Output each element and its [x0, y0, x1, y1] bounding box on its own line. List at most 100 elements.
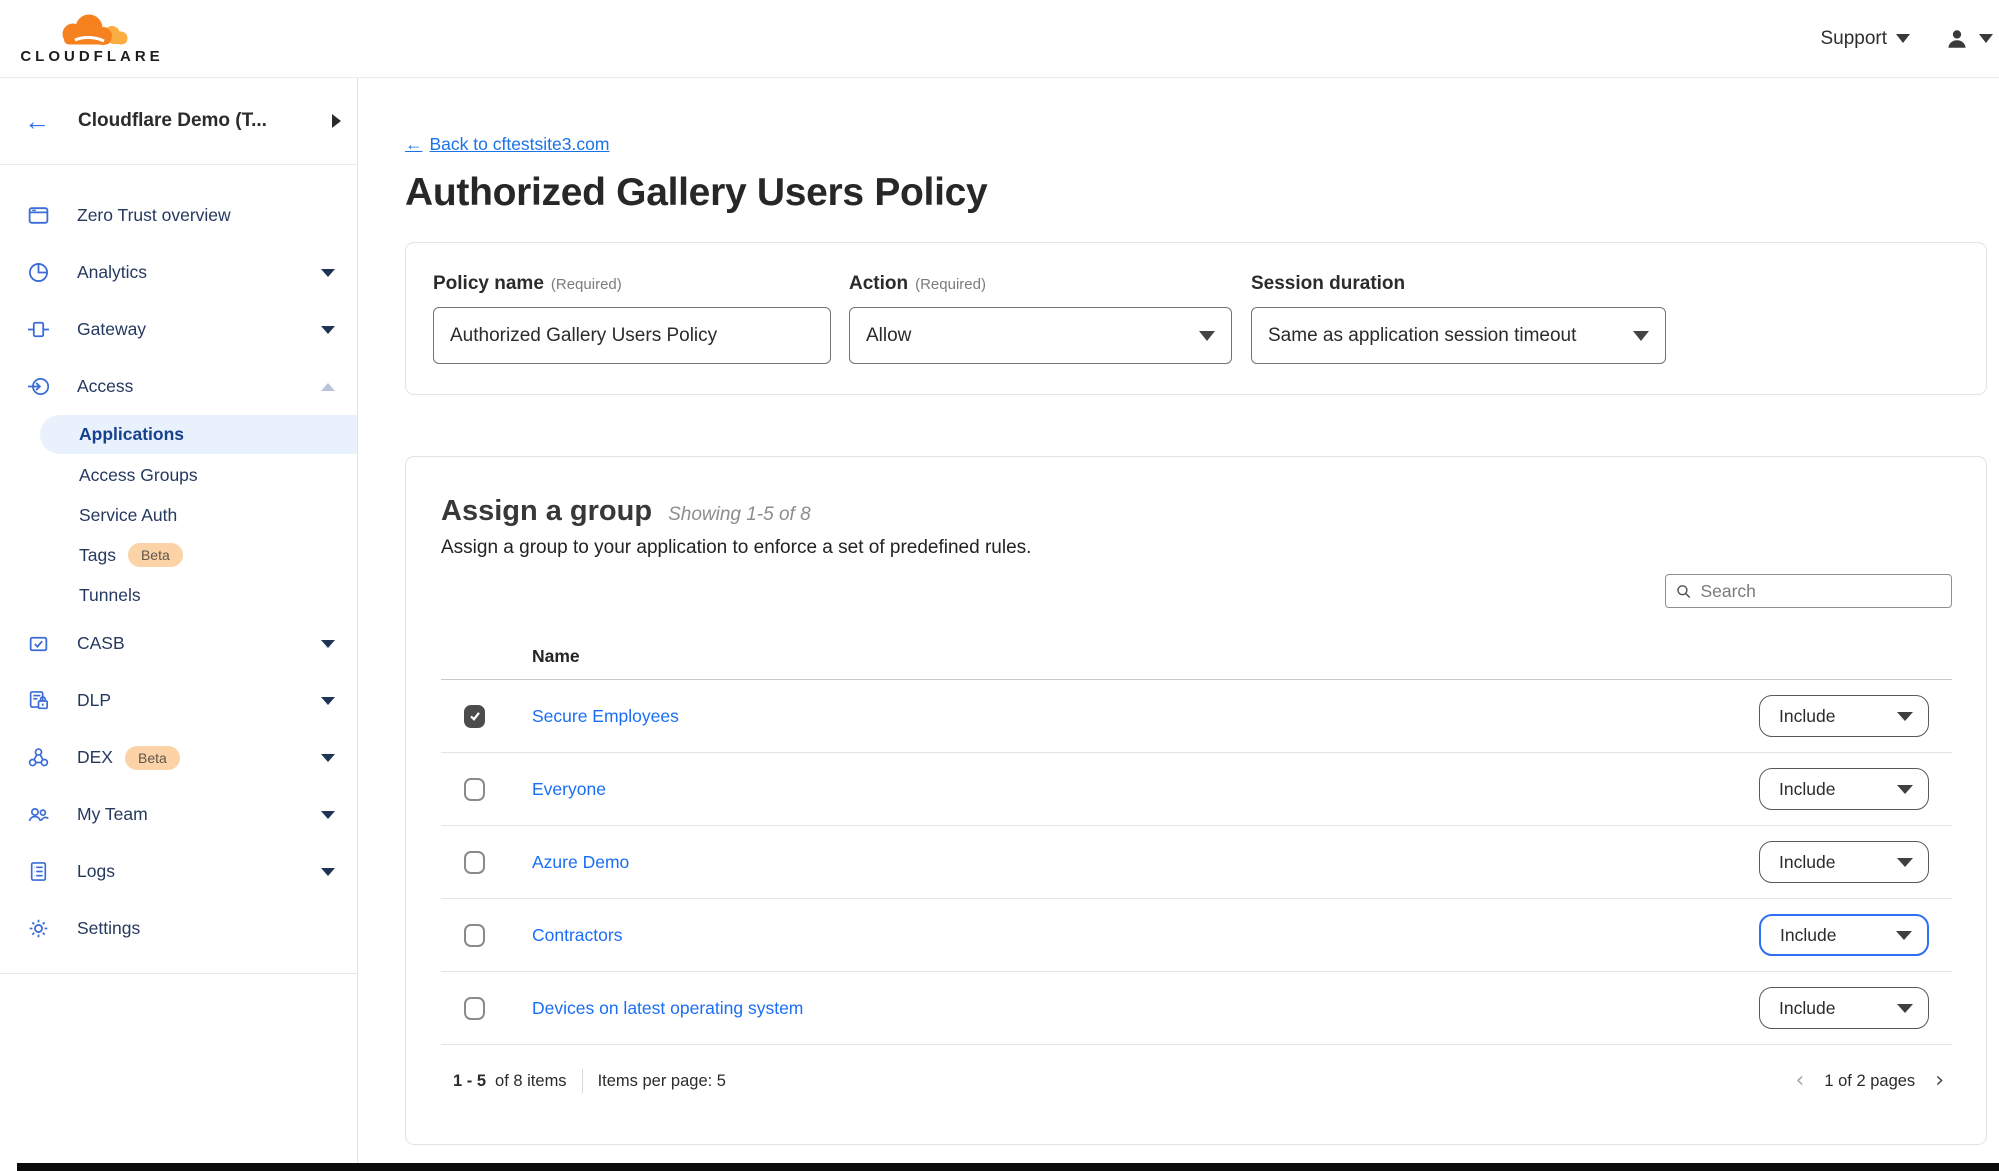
sidebar-item-applications[interactable]: Applications [40, 415, 357, 454]
chevron-down-icon [1897, 858, 1913, 867]
assign-group-heading: Assign a group [441, 495, 652, 528]
table-row: Secure Employees Include [441, 680, 1952, 753]
sidebar-divider [0, 973, 357, 974]
logs-list-icon [26, 860, 50, 884]
group-link[interactable]: Azure Demo [532, 852, 629, 873]
action-select[interactable]: Allow [849, 307, 1232, 364]
dex-nodes-icon [26, 746, 50, 770]
table-row: Everyone Include [441, 753, 1952, 826]
groups-table: Name Secure Employees Include Ever [441, 634, 1952, 1045]
include-dropdown[interactable]: Include [1759, 768, 1929, 810]
sidebar-item-access-groups[interactable]: Access Groups [0, 455, 357, 495]
include-selected-value: Include [1779, 706, 1835, 727]
row-checkbox[interactable] [464, 778, 485, 801]
chevron-down-icon [1897, 712, 1913, 721]
sidebar-item-dlp[interactable]: DLP [0, 672, 357, 729]
sidebar-item-casb[interactable]: CASB [0, 615, 357, 672]
beta-badge: Beta [125, 746, 180, 770]
sidebar-item-tags[interactable]: Tags Beta [0, 535, 357, 575]
include-dropdown[interactable]: Include [1759, 841, 1929, 883]
sidebar-item-label: CASB [77, 633, 125, 654]
assign-group-card: Assign a group Showing 1-5 of 8 Assign a… [405, 456, 1987, 1145]
sidebar-item-label: DLP [77, 690, 111, 711]
row-checkbox[interactable] [464, 997, 485, 1020]
user-account-menu[interactable] [1944, 27, 1993, 51]
gateway-icon [26, 318, 50, 342]
sidebar-item-settings[interactable]: Settings [0, 900, 357, 957]
chevron-down-icon [1633, 331, 1649, 341]
include-dropdown-focused[interactable]: Include [1759, 914, 1929, 956]
page-status: 1 of 2 pages [1824, 1072, 1915, 1091]
policy-form-card: Policy name(Required) Action(Required) A… [405, 242, 1987, 395]
sidebar-item-label: My Team [77, 804, 148, 825]
back-to-site-link[interactable]: ← Back to cftestsite3.com [405, 134, 609, 155]
row-checkbox[interactable] [464, 851, 485, 874]
dlp-document-lock-icon [26, 689, 50, 713]
chevron-down-icon [1199, 331, 1215, 341]
sidebar-item-label: Logs [77, 861, 115, 882]
policy-name-input[interactable] [450, 325, 814, 347]
sidebar-subitem-label: Tags [79, 545, 116, 566]
include-selected-value: Include [1780, 925, 1836, 946]
session-duration-select[interactable]: Same as application session timeout [1251, 307, 1666, 364]
group-link[interactable]: Devices on latest operating system [532, 998, 803, 1019]
expand-account-icon[interactable] [332, 114, 341, 128]
group-link[interactable]: Secure Employees [532, 706, 679, 727]
items-total: of 8 items [495, 1072, 567, 1091]
sidebar-item-my-team[interactable]: My Team [0, 786, 357, 843]
next-page-button[interactable]: › [1935, 1070, 1944, 1092]
include-selected-value: Include [1779, 852, 1835, 873]
sidebar-item-label: Gateway [77, 319, 146, 340]
chevron-down-icon [321, 697, 335, 705]
cloudflare-logo[interactable]: CLOUDFLARE [16, 13, 168, 65]
gear-icon [26, 917, 50, 941]
row-checkbox[interactable] [464, 924, 485, 947]
chevron-down-icon [1979, 34, 1993, 43]
sidebar-item-dex[interactable]: DEX Beta [0, 729, 357, 786]
chevron-down-icon [321, 326, 335, 334]
sidebar-nav: Zero Trust overview Analytics Gateway [0, 165, 357, 974]
action-label: Action(Required) [849, 273, 1232, 295]
showing-count: Showing 1-5 of 8 [668, 504, 811, 526]
group-link[interactable]: Contractors [532, 925, 622, 946]
chevron-down-icon [321, 811, 335, 819]
session-selected-value: Same as application session timeout [1268, 325, 1576, 347]
sidebar-item-tunnels[interactable]: Tunnels [0, 575, 357, 615]
cloudflare-cloud-icon [52, 13, 132, 47]
back-arrow-icon[interactable]: ← [24, 108, 50, 134]
search-input[interactable] [1700, 581, 1941, 602]
include-selected-value: Include [1779, 998, 1835, 1019]
sidebar-item-analytics[interactable]: Analytics [0, 244, 357, 301]
sidebar-item-label: Analytics [77, 262, 147, 283]
sidebar-subitem-label: Tunnels [79, 585, 141, 606]
sidebar-subitem-label: Access Groups [79, 465, 198, 486]
sidebar-item-label: Access [77, 376, 133, 397]
main-content: ← Back to cftestsite3.com Authorized Gal… [358, 78, 1999, 1163]
sidebar-item-zero-trust-overview[interactable]: Zero Trust overview [0, 187, 357, 244]
sidebar-item-label: DEX [77, 747, 113, 768]
sidebar-item-label: Zero Trust overview [77, 205, 231, 226]
items-per-page: Items per page: 5 [598, 1072, 726, 1091]
row-checkbox-checked[interactable] [464, 705, 485, 728]
table-header: Name [441, 634, 1952, 680]
table-row: Devices on latest operating system Inclu… [441, 972, 1952, 1045]
sidebar-item-gateway[interactable]: Gateway [0, 301, 357, 358]
name-column-header: Name [532, 646, 580, 667]
chevron-down-icon [1896, 34, 1910, 43]
group-link[interactable]: Everyone [532, 779, 606, 800]
account-name[interactable]: Cloudflare Demo (T... [78, 110, 332, 132]
casb-box-check-icon [26, 632, 50, 656]
back-arrow-icon: ← [405, 134, 423, 155]
analytics-pie-icon [26, 261, 50, 285]
support-label: Support [1820, 28, 1887, 50]
include-dropdown[interactable]: Include [1759, 987, 1929, 1029]
include-dropdown[interactable]: Include [1759, 695, 1929, 737]
support-menu[interactable]: Support [1820, 28, 1910, 50]
sidebar-item-logs[interactable]: Logs [0, 843, 357, 900]
sidebar-item-service-auth[interactable]: Service Auth [0, 495, 357, 535]
chevron-down-icon [1897, 1004, 1913, 1013]
action-selected-value: Allow [866, 325, 911, 347]
chevron-down-icon [321, 754, 335, 762]
sidebar-item-access[interactable]: Access [0, 358, 357, 415]
previous-page-button[interactable]: ‹ [1796, 1070, 1805, 1092]
